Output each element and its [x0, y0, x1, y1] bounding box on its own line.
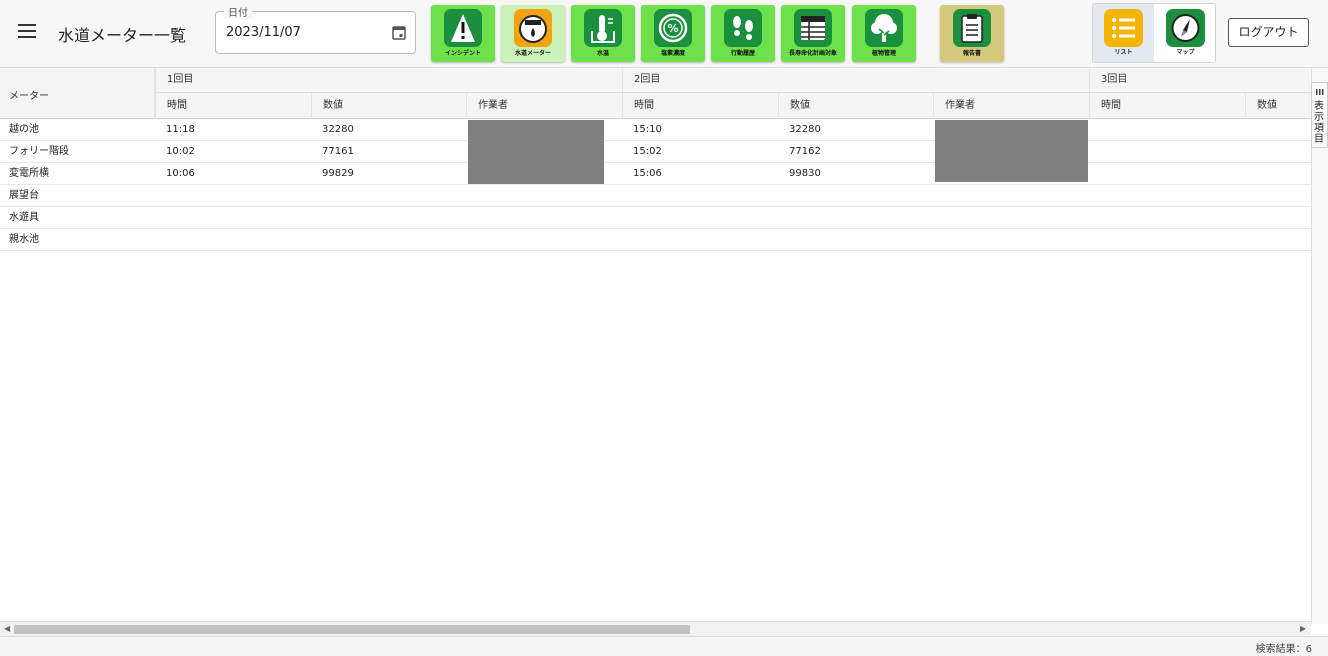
table-row[interactable]: 水遊具 — [0, 207, 1311, 229]
redacted-worker-1 — [468, 120, 604, 184]
meter-name: 越の池 — [9, 124, 39, 135]
display-items-label: 表示項目 — [1314, 101, 1324, 145]
nav-salinity-button[interactable]: % 塩素濃度 — [641, 5, 705, 62]
horizontal-scrollbar[interactable]: ◀ ▶ — [0, 621, 1311, 636]
time-2: 15:10 — [633, 124, 662, 135]
nav-salinity-label: 塩素濃度 — [660, 50, 685, 57]
compass-icon — [1166, 9, 1205, 47]
scroll-left-icon[interactable]: ◀ — [4, 624, 10, 633]
date-field[interactable]: 日付 2023/11/07 — [215, 4, 416, 54]
tree-icon — [865, 9, 903, 47]
col-header-value-2[interactable]: 数値 — [778, 93, 933, 119]
meter-name: フォリー階段 — [9, 146, 69, 157]
nav-report-button[interactable]: 報告書 — [940, 5, 1004, 62]
nav-activity-label: 行動履歴 — [730, 50, 755, 57]
value-1: 32280 — [322, 124, 354, 135]
nav-target-button[interactable]: 長寿命化計画対象 — [781, 5, 845, 62]
meter-column-header[interactable]: メーター — [0, 68, 155, 119]
nav-plants-button[interactable]: 植物管理 — [852, 5, 916, 62]
table-icon — [794, 9, 832, 47]
view-toggle: リスト マップ — [1092, 3, 1216, 63]
clipboard-icon — [953, 9, 991, 47]
nav-incident-button[interactable]: インシデント — [431, 5, 495, 62]
col-header-time-1[interactable]: 時間 — [155, 93, 311, 119]
time-1: 11:18 — [166, 124, 195, 135]
nav-report-label: 報告書 — [962, 50, 981, 57]
warning-icon — [444, 9, 482, 47]
percent-icon: % — [654, 9, 692, 47]
time-1: 10:06 — [166, 168, 195, 179]
group-header-row: 1回目 2回目 3回目 — [155, 68, 1311, 93]
meter-table: メーター 1回目 2回目 3回目 時間 数値 作業者 時間 数値 作業者 時間 … — [0, 68, 1311, 622]
value-2: 77162 — [789, 146, 821, 157]
meter-name: 親水池 — [9, 234, 39, 245]
top-bar: 水道メーター一覧 日付 2023/11/07 インシデント 水道メーター 水温 … — [0, 0, 1328, 68]
date-value: 2023/11/07 — [226, 25, 301, 40]
map-view-button[interactable]: マップ — [1155, 4, 1216, 62]
redacted-worker-2 — [935, 120, 1088, 182]
table-row[interactable]: 越の池 11:18 32280 15:10 32280 — [0, 119, 1311, 141]
nav-incident-label: インシデント — [444, 50, 481, 57]
value-2: 99830 — [789, 168, 821, 179]
date-field-label: 日付 — [224, 4, 252, 19]
value-1: 77161 — [322, 146, 354, 157]
time-1: 10:02 — [166, 146, 195, 157]
table-row[interactable]: 親水池 — [0, 229, 1311, 251]
logout-button[interactable]: ログアウト — [1228, 18, 1309, 47]
meter-name: 変電所横 — [9, 168, 49, 179]
col-header-value-3[interactable]: 数値 — [1245, 93, 1311, 119]
col-header-worker-2[interactable]: 作業者 — [933, 93, 1089, 119]
list-view-label: リスト — [1114, 49, 1133, 56]
group-header-2: 2回目 — [622, 68, 1089, 93]
svg-text:%: % — [667, 22, 678, 35]
scroll-right-icon[interactable]: ▶ — [1300, 624, 1306, 633]
list-view-button[interactable]: リスト — [1093, 4, 1154, 62]
value-1: 99829 — [322, 168, 354, 179]
thermometer-icon — [584, 9, 622, 47]
table-row[interactable]: 展望台 — [0, 185, 1311, 207]
scrollbar-thumb[interactable] — [14, 625, 690, 634]
nav-activity-button[interactable]: 行動履歴 — [711, 5, 775, 62]
col-header-value-1[interactable]: 数値 — [311, 93, 466, 119]
group-header-1: 1回目 — [155, 68, 622, 93]
value-2: 32280 — [789, 124, 821, 135]
col-header-time-2[interactable]: 時間 — [622, 93, 778, 119]
footprints-icon — [724, 9, 762, 47]
table-row[interactable]: 変電所横 10:06 99829 15:06 99830 — [0, 163, 1311, 185]
col-header-worker-1[interactable]: 作業者 — [466, 93, 622, 119]
map-view-label: マップ — [1176, 49, 1195, 56]
side-panel-strip — [1311, 68, 1328, 624]
meter-icon — [514, 9, 552, 47]
page-title: 水道メーター一覧 — [58, 26, 187, 45]
nav-water-meter-button[interactable]: 水道メーター — [501, 5, 565, 62]
table-row[interactable]: フォリー階段 10:02 77161 15:02 77162 — [0, 141, 1311, 163]
meter-name: 水遊具 — [9, 212, 39, 223]
meter-header-label: メーター — [9, 91, 49, 102]
nav-water-meter-label: 水道メーター — [514, 50, 551, 57]
calendar-icon[interactable] — [392, 25, 406, 40]
display-items-tab[interactable]: 表示項目 — [1311, 82, 1328, 148]
nav-water-temp-label: 水温 — [596, 50, 609, 57]
meter-name: 展望台 — [9, 190, 39, 201]
list-icon — [1104, 9, 1143, 47]
col-header-time-3[interactable]: 時間 — [1089, 93, 1245, 119]
columns-icon — [1316, 89, 1324, 95]
footer-bar: 検索結果：6 — [0, 636, 1328, 656]
nav-target-label: 長寿命化計画対象 — [788, 50, 837, 57]
nav-water-temp-button[interactable]: 水温 — [571, 5, 635, 62]
time-2: 15:02 — [633, 146, 662, 157]
menu-icon[interactable] — [18, 24, 36, 40]
group-header-3: 3回目 — [1089, 68, 1311, 93]
sub-header-row: 時間 数値 作業者 時間 数値 作業者 時間 数値 — [155, 93, 1311, 119]
result-count: 検索結果：6 — [1255, 644, 1312, 655]
nav-plants-label: 植物管理 — [871, 50, 896, 57]
time-2: 15:06 — [633, 168, 662, 179]
